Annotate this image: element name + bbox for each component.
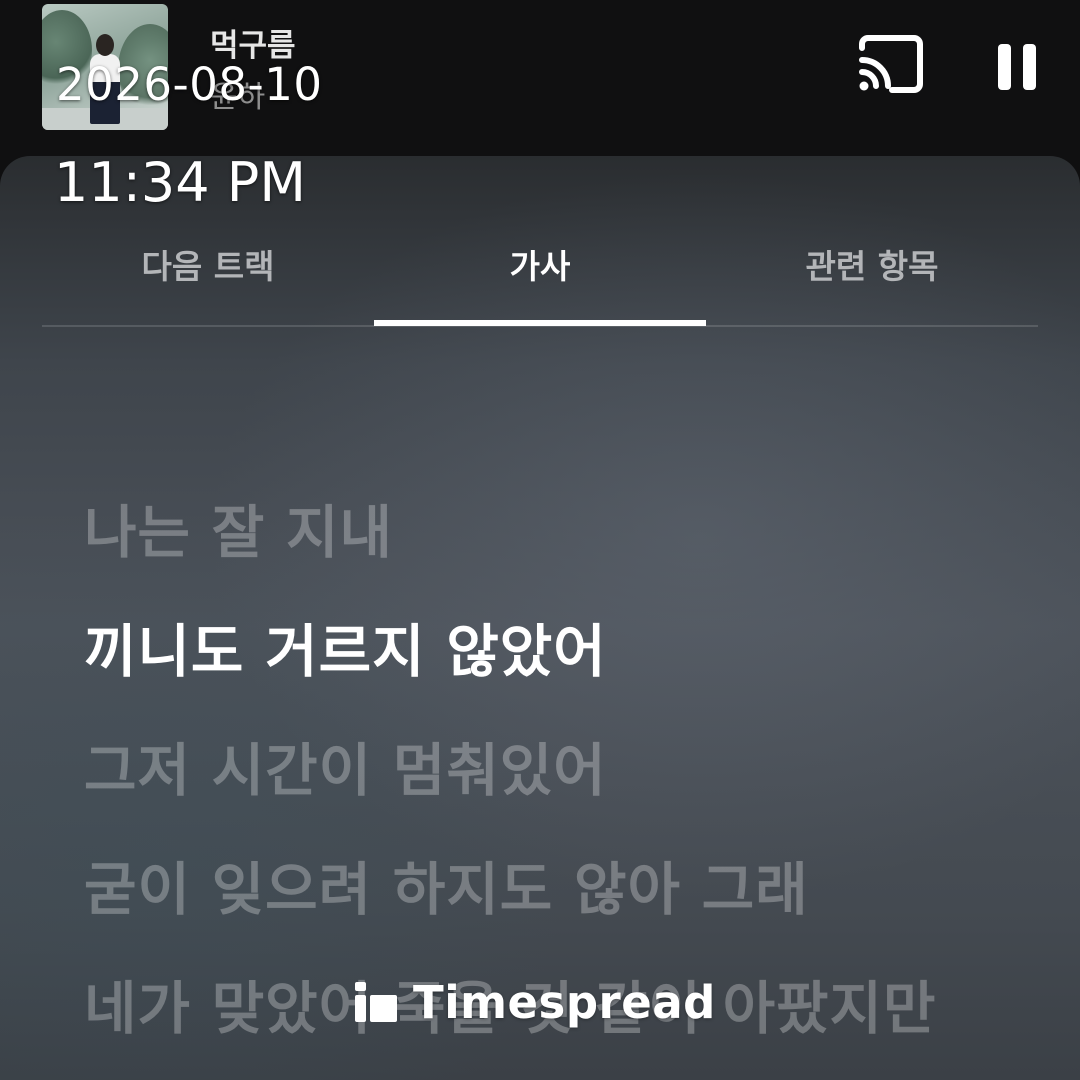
cast-icon <box>859 35 923 93</box>
active-tab-indicator <box>374 320 706 326</box>
date-stamp: 2026-08-10 <box>56 58 323 111</box>
lyric-line[interactable]: 나는 잘 지내 <box>84 474 1044 593</box>
pause-button[interactable] <box>984 30 1050 104</box>
cast-button[interactable] <box>852 34 928 100</box>
watermark: Timespread <box>355 975 716 1029</box>
tab-related[interactable]: 관련 항목 <box>706 240 1038 288</box>
tab-lyrics[interactable]: 가사 <box>374 240 706 288</box>
timespread-logo-icon <box>355 982 397 1022</box>
album-art-figure-head <box>96 34 114 56</box>
lyrics-sheet[interactable]: 다음 트랙 가사 관련 항목 나는 잘 지내 끼니도 거르지 않았어 그저 시간… <box>0 156 1080 1080</box>
lyric-line[interactable]: 굳이 잊으려 하지도 않아 그래 <box>84 831 1044 950</box>
watermark-text: Timespread <box>413 975 716 1029</box>
time-stamp: 11:34 PM <box>54 151 306 214</box>
mini-player-bar[interactable]: 먹구름 윤하 2026-08-10 <box>0 0 1080 160</box>
tab-up-next[interactable]: 다음 트랙 <box>42 240 374 288</box>
music-player-screen: 먹구름 윤하 2026-08-10 다음 트랙 가사 관련 항목 나는 잘 지내… <box>0 0 1080 1080</box>
lyric-line[interactable]: 그저 시간이 멈춰있어 <box>84 712 1044 831</box>
pause-icon <box>998 44 1036 90</box>
lyric-line-current[interactable]: 끼니도 거르지 않았어 <box>84 593 1044 712</box>
